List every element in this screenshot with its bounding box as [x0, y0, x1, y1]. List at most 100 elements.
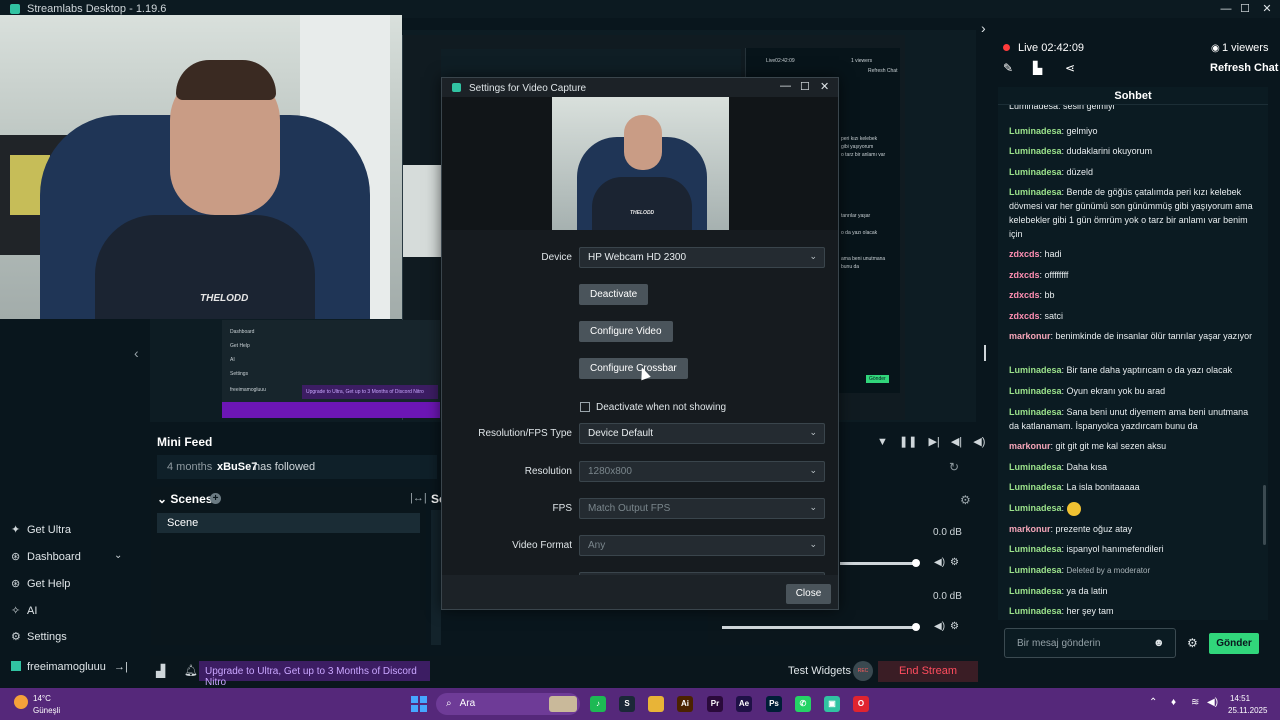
- mute-alerts-icon[interactable]: ◀|: [951, 436, 962, 448]
- volume-icon[interactable]: ◀): [1207, 697, 1218, 708]
- chevron-down-icon[interactable]: ⌄: [114, 550, 122, 561]
- chat-nick[interactable]: Luminadesa: [1009, 565, 1062, 575]
- dialog-minimize-button[interactable]: —: [780, 80, 791, 92]
- chat-nick[interactable]: zdxcds: [1009, 249, 1040, 259]
- steam-icon[interactable]: S: [619, 696, 635, 712]
- volume-slider-2[interactable]: [722, 626, 916, 629]
- emoji-icon[interactable]: ☻: [1153, 637, 1165, 649]
- next-select[interactable]: [579, 572, 825, 575]
- deactivate-when-not-showing-checkbox[interactable]: [580, 402, 590, 412]
- nav-get-help[interactable]: ⊛ Get Help: [11, 577, 70, 590]
- share-icon[interactable]: ⋖: [1065, 61, 1075, 75]
- deactivate-button[interactable]: Deactivate: [579, 284, 649, 305]
- skip-icon[interactable]: ▶|: [928, 436, 939, 448]
- premiere-icon[interactable]: Pr: [707, 696, 723, 712]
- volume-icon[interactable]: ◀): [934, 557, 945, 568]
- chat-nick[interactable]: Luminadesa: [1009, 503, 1062, 513]
- refresh-chat-button[interactable]: Refresh Chat: [1210, 62, 1278, 74]
- whatsapp-icon[interactable]: ✆: [795, 696, 811, 712]
- configure-video-button[interactable]: Configure Video: [579, 321, 673, 342]
- chat-nick[interactable]: Luminadesa: [1009, 462, 1062, 472]
- weather-sun-icon[interactable]: [14, 695, 28, 709]
- chat-nick[interactable]: Luminadesa: [1009, 606, 1062, 616]
- chat-nick[interactable]: zdxcds: [1009, 290, 1040, 300]
- chat-nick[interactable]: Luminadesa: [1009, 146, 1062, 156]
- chat-nick[interactable]: Luminadesa: [1009, 167, 1062, 177]
- chevron-up-icon[interactable]: ⌃: [1149, 697, 1157, 708]
- spotify-icon[interactable]: ♪: [590, 696, 606, 712]
- files-icon[interactable]: [648, 696, 664, 712]
- gear-icon[interactable]: ⚙: [950, 557, 959, 568]
- chat-message-input[interactable]: Bir mesaj gönderin: [1004, 628, 1176, 658]
- chat-nick[interactable]: zdxcds: [1009, 270, 1040, 280]
- chat-nick[interactable]: Luminadesa: [1009, 482, 1062, 492]
- resolution-select[interactable]: 1280x800 ⌄: [579, 461, 825, 482]
- chat-nick[interactable]: Luminadesa: [1009, 365, 1062, 375]
- chat-nick[interactable]: markonur: [1009, 524, 1051, 534]
- chat-nick[interactable]: markonur: [1009, 441, 1051, 451]
- dialog-scrollbar[interactable]: [828, 230, 836, 575]
- volume-slider-1[interactable]: [840, 562, 916, 565]
- fps-select[interactable]: Match Output FPS ⌄: [579, 498, 825, 519]
- chevron-right-icon[interactable]: ›: [981, 20, 986, 36]
- scene-item[interactable]: Scene: [157, 513, 420, 533]
- scene-collection-icon[interactable]: |↔|: [410, 492, 427, 504]
- logout-icon[interactable]: →|: [114, 661, 128, 673]
- send-button[interactable]: Gönder: [1209, 633, 1259, 654]
- chat-nick[interactable]: Luminadesa: [1009, 386, 1062, 396]
- chat-nick[interactable]: Luminadesa: [1009, 187, 1062, 197]
- video-format-select[interactable]: Any ⌄: [579, 535, 825, 556]
- filter-icon[interactable]: ▼: [877, 436, 888, 448]
- configure-crossbar-button[interactable]: Configure Crossbar: [579, 358, 688, 379]
- wifi-icon[interactable]: ≋: [1191, 697, 1199, 708]
- nav-settings[interactable]: ⚙ Settings: [11, 630, 67, 643]
- after-effects-icon[interactable]: Ae: [736, 696, 752, 712]
- opera-icon[interactable]: O: [853, 696, 869, 712]
- photoshop-icon[interactable]: Ps: [766, 696, 782, 712]
- res-fps-type-select[interactable]: Device Default ⌄: [579, 423, 825, 444]
- gear-icon[interactable]: ⚙: [950, 621, 959, 632]
- dialog-maximize-button[interactable]: ☐: [800, 80, 810, 93]
- volume-knob-1[interactable]: [912, 559, 920, 567]
- volume-knob-2[interactable]: [912, 623, 920, 631]
- upgrade-banner[interactable]: Upgrade to Ultra, Get up to 3 Months of …: [199, 661, 430, 688]
- microphone-icon[interactable]: ♦: [1171, 697, 1176, 708]
- minimize-button[interactable]: —: [1218, 2, 1234, 16]
- mixer-settings-icon[interactable]: ⚙: [960, 493, 971, 507]
- stream-info-icon[interactable]: ▙: [1033, 61, 1042, 75]
- illustrator-icon[interactable]: Ai: [677, 696, 693, 712]
- dialog-close-button[interactable]: Close: [786, 584, 831, 604]
- windows-start-icon[interactable]: [411, 696, 427, 712]
- chevron-left-icon[interactable]: ‹: [134, 345, 139, 361]
- chat-nick[interactable]: Luminadesa: [1009, 126, 1062, 136]
- chat-nick[interactable]: Luminadesa: [1009, 586, 1062, 596]
- maximize-button[interactable]: ☐: [1237, 2, 1253, 16]
- nav-ai[interactable]: ✧ AI: [11, 604, 37, 617]
- chat-scrollbar[interactable]: [1263, 485, 1266, 545]
- chat-nick[interactable]: Luminadesa: [1009, 544, 1062, 554]
- end-stream-button[interactable]: End Stream: [878, 661, 978, 682]
- volume-icon[interactable]: ◀): [934, 621, 945, 632]
- resize-handle[interactable]: [984, 345, 986, 361]
- record-button[interactable]: REC: [853, 661, 873, 681]
- notification-bell-icon[interactable]: 🔔︎: [184, 664, 198, 677]
- nav-get-ultra[interactable]: ✦ Get Ultra: [11, 523, 71, 536]
- test-widgets-button[interactable]: Test Widgets: [788, 665, 851, 677]
- chat-nick[interactable]: Luminadesa: [1009, 407, 1062, 417]
- refresh-icon[interactable]: ↻: [949, 460, 959, 474]
- chat-nick[interactable]: zdxcds: [1009, 311, 1040, 321]
- edit-icon[interactable]: ✎: [1003, 61, 1013, 75]
- volume-icon[interactable]: ◀): [973, 436, 985, 448]
- stats-icon[interactable]: ▟: [156, 664, 165, 678]
- device-select[interactable]: HP Webcam HD 2300 ⌄: [579, 247, 825, 268]
- close-window-button[interactable]: ✕: [1259, 2, 1275, 16]
- chat-nick[interactable]: markonur: [1009, 331, 1051, 341]
- chat-settings-icon[interactable]: ⚙: [1187, 636, 1198, 650]
- pause-icon[interactable]: ❚❚: [899, 436, 917, 448]
- user-name[interactable]: freeimamogluuu: [27, 661, 106, 673]
- feed-event-row[interactable]: 4 months xBuSe7 has followed: [157, 455, 437, 479]
- nav-dashboard[interactable]: ⊛ Dashboard: [11, 550, 81, 563]
- streamlabs-icon[interactable]: ▣: [824, 696, 840, 712]
- add-scene-icon[interactable]: +: [210, 493, 221, 504]
- dialog-close-icon[interactable]: ✕: [820, 80, 829, 93]
